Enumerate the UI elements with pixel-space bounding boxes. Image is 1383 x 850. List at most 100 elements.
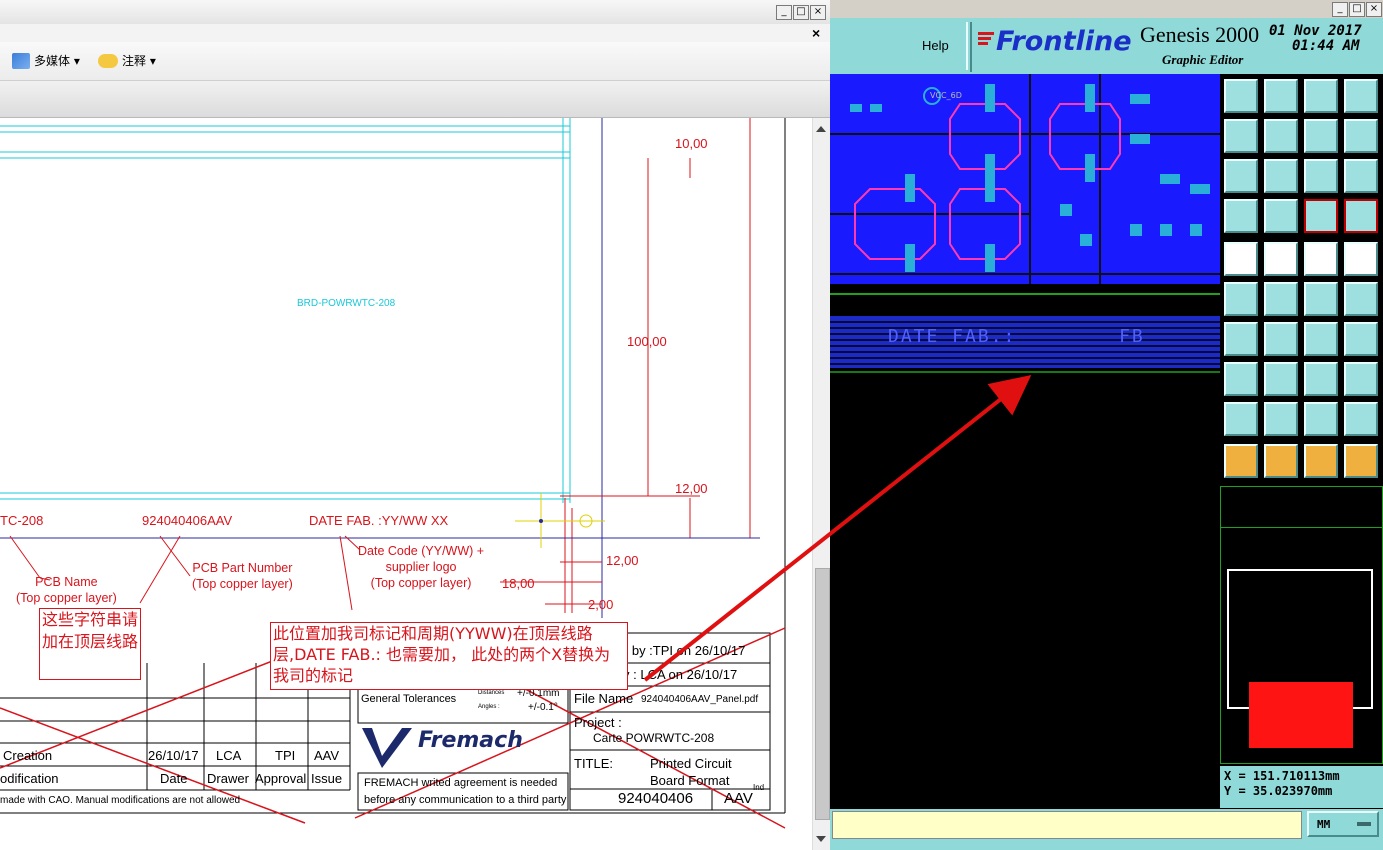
tool-ruler-icon[interactable] — [1304, 242, 1338, 276]
general-tolerances: General Tolerances — [361, 693, 457, 705]
scroll-thumb[interactable] — [815, 568, 830, 820]
tool-pointer-net-icon[interactable] — [1304, 444, 1338, 478]
genesis-date: 01 Nov 2017 — [1269, 23, 1362, 39]
footer-note: made with CAO. Manual modifications are … — [0, 795, 241, 806]
tool-zoom-icon[interactable] — [1264, 159, 1298, 193]
tool-line2-icon[interactable] — [1344, 282, 1378, 316]
tool-help-icon[interactable] — [1344, 159, 1378, 193]
help-button[interactable]: Help — [922, 38, 949, 53]
dim-2: 2,00 — [588, 597, 614, 612]
tool-export-icon[interactable] — [1264, 119, 1298, 153]
tool-group-icon[interactable] — [1344, 362, 1378, 396]
tool-segment-icon[interactable] — [1264, 362, 1298, 396]
project-label: Project : — [574, 715, 622, 730]
ind-label: Ind — [753, 783, 765, 792]
file-name-label: File Name — [574, 691, 634, 706]
genesis-time: 01:44 AM — [1292, 38, 1360, 54]
tool-circle-icon[interactable] — [1344, 242, 1378, 276]
message-field[interactable] — [832, 811, 1302, 839]
genesis-product: Genesis 2000 — [1140, 22, 1260, 47]
rev-row-1-date: 26/10/17 — [148, 748, 199, 763]
tool-pointer-icon[interactable] — [1224, 444, 1258, 478]
fremach-logo: Fremach — [418, 728, 523, 753]
tool-scale-icon[interactable] — [1304, 159, 1338, 193]
board-label: BRD-POWRWTC-208 — [297, 298, 396, 309]
tool-shape-icon[interactable] — [1264, 242, 1298, 276]
close-button[interactable]: × — [810, 5, 826, 20]
maximize-button[interactable]: □ — [793, 5, 809, 20]
tool-diagonal-icon[interactable] — [1264, 322, 1298, 356]
title-part-number: 924040406 — [618, 790, 694, 807]
tool-triangle2-icon[interactable] — [1264, 402, 1298, 436]
dim-10: 10,00 — [675, 136, 708, 151]
title-value-1: Printed Circuit — [650, 756, 732, 771]
tool-save-icon[interactable] — [1264, 79, 1298, 113]
genesis-close-button[interactable]: × — [1366, 2, 1382, 17]
tool-open-icon[interactable] — [1224, 79, 1258, 113]
pcb-canvas[interactable]: VCC_6D DATE FAB.: FB — [830, 74, 1220, 809]
tool-delete-icon[interactable] — [1264, 282, 1298, 316]
genesis-minimize-button[interactable]: _ — [1332, 2, 1348, 17]
tool-netlist-icon[interactable] — [1304, 199, 1338, 233]
coord-x: X = 151.710113mm — [1224, 769, 1340, 783]
title-label: TITLE: — [574, 756, 614, 771]
multimedia-menu[interactable]: 多媒体 ▾ — [12, 52, 80, 69]
coordinate-display: X = 151.710113mm Y = 35.023970mm — [1220, 766, 1383, 808]
tool-route-icon[interactable] — [1344, 444, 1378, 478]
tool-fit-icon[interactable] — [1224, 159, 1258, 193]
dist-label: Distances — [478, 690, 505, 696]
vertical-scrollbar[interactable] — [812, 118, 830, 850]
pcb-date-fab-text: DATE FAB.: FB — [888, 326, 1145, 347]
rev-row-1-drawer: LCA — [216, 748, 242, 763]
pcb-name-text: TC-208 — [0, 513, 44, 528]
tool-redo-icon[interactable] — [1344, 119, 1378, 153]
tool-select-pad-icon[interactable] — [1224, 242, 1258, 276]
close-document-icon[interactable]: × — [812, 25, 820, 41]
note-large: 此位置加我司标记和周期(YYWW)在顶层线路层,DATE FAB.: 也需要加，… — [270, 622, 628, 690]
genesis-restore-button[interactable]: □ — [1349, 2, 1365, 17]
angles-value: +/-0.1° — [528, 702, 558, 713]
rev-row-2-issue: Issue — [311, 771, 343, 786]
scroll-down-icon[interactable] — [816, 836, 826, 842]
pdf-title-bar: _ □ × — [0, 0, 830, 25]
rev-row-2-drawer: Drawer — [207, 771, 249, 786]
tool-angle-icon[interactable] — [1224, 322, 1258, 356]
comment-menu[interactable]: 注释 ▾ — [98, 52, 156, 69]
tool-measure-icon[interactable] — [1304, 362, 1338, 396]
tool-triangle3-icon[interactable] — [1304, 402, 1338, 436]
tool-pointer-box-icon[interactable] — [1264, 444, 1298, 478]
part-number-callout: PCB Part Number (Top copper layer) — [192, 561, 293, 591]
units-dropdown[interactable]: MM — [1307, 811, 1379, 837]
note-small: 这些字符串请加在顶层线路 — [39, 608, 141, 680]
agreement-line-1: FREMACH writed agreement is needed — [364, 777, 558, 789]
coord-y: Y = 35.023970mm — [1224, 784, 1333, 798]
tool-connect-icon[interactable] — [1224, 282, 1258, 316]
tool-window-icon[interactable] — [1344, 79, 1378, 113]
tool-layers-icon[interactable] — [1224, 199, 1258, 233]
tool-import-icon[interactable] — [1224, 119, 1258, 153]
genesis-subtitle: Graphic Editor — [1162, 52, 1244, 67]
multimedia-icon — [12, 52, 30, 69]
tool-pad-add-icon[interactable] — [1224, 362, 1258, 396]
overview-panel[interactable] — [1220, 486, 1383, 764]
tool-arc-icon[interactable] — [1304, 322, 1338, 356]
tool-line-icon[interactable] — [1304, 282, 1338, 316]
tool-undo-icon[interactable] — [1304, 119, 1338, 153]
pdf-secondary-bar — [0, 81, 830, 118]
tool-netlist2-icon[interactable] — [1344, 199, 1378, 233]
tool-home-icon[interactable] — [1304, 79, 1338, 113]
genesis-title-bar: _ □ × — [830, 0, 1383, 19]
rev-row-2-approval: Approval — [255, 771, 307, 786]
date-code-callout: Date Code (YY/WW) + supplier logo (Top c… — [358, 544, 485, 590]
title-issue: AAV — [724, 790, 753, 807]
pdf-toolbar: 多媒体 ▾ 注释 ▾ — [0, 42, 830, 81]
minimize-button[interactable]: _ — [776, 5, 792, 20]
scroll-up-icon[interactable] — [816, 126, 826, 132]
rev-row-2-date: Date — [160, 771, 188, 786]
tool-flip-icon[interactable] — [1344, 322, 1378, 356]
project-value: Carte POWRWTC-208 — [593, 731, 715, 745]
tool-pad-icon[interactable] — [1264, 199, 1298, 233]
tool-triangle-icon[interactable] — [1224, 402, 1258, 436]
tool-triangle4-icon[interactable] — [1344, 402, 1378, 436]
status-bar: MM — [830, 809, 1383, 850]
